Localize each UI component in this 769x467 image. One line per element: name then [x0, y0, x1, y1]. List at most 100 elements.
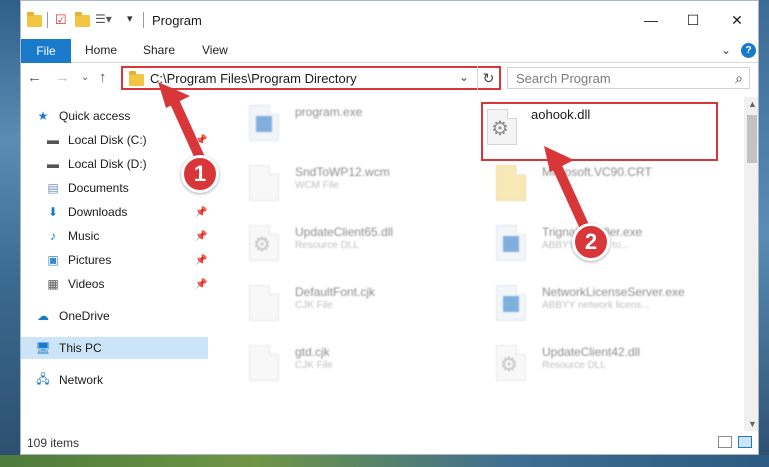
file-name: gtd.cjk	[295, 345, 330, 359]
status-bar: 109 items	[21, 431, 758, 454]
desktop-background-bottom	[0, 455, 769, 467]
scroll-up-icon[interactable]: ▲	[748, 99, 757, 109]
desktop-background-left	[0, 0, 20, 467]
customize-icon[interactable]: ☰▾	[95, 12, 112, 28]
sidebar-item-music[interactable]: ♪ Music 📌	[21, 225, 208, 247]
sidebar-item-label: Downloads	[68, 205, 128, 219]
executable-file-icon	[249, 105, 279, 141]
pin-icon[interactable]: 📌	[195, 135, 207, 146]
drive-icon: ▬	[47, 133, 59, 147]
file-type: WCM File	[295, 180, 339, 191]
window-title: Program	[152, 13, 202, 28]
sidebar-item-local-disk-d[interactable]: ▬ Local Disk (D:)	[21, 153, 208, 175]
list-item[interactable]: DefaultFont.cjk CJK File	[249, 279, 489, 329]
callout-badge-2: 2	[572, 223, 610, 261]
back-arrow-icon[interactable]: ←	[27, 69, 42, 86]
sidebar-item-documents[interactable]: ▤ Documents 📌	[21, 177, 208, 199]
sidebar-item-onedrive[interactable]: ☁ OneDrive	[21, 305, 208, 327]
help-icon[interactable]: ?	[741, 43, 756, 58]
search-input[interactable]: Search Program ⌕	[507, 67, 750, 89]
navigation-bar: ← → ⌄ ↑ C:\Program Files\Program Directo…	[21, 63, 758, 93]
documents-icon: ▤	[47, 181, 59, 195]
file-name: UpdateClient42.dll	[542, 345, 641, 359]
sidebar-item-label: Documents	[68, 181, 129, 195]
maximize-icon[interactable]: ☐	[673, 7, 713, 33]
scroll-down-icon[interactable]: ▼	[748, 419, 757, 429]
tab-home[interactable]: Home	[85, 43, 117, 57]
tab-file[interactable]: File	[21, 39, 71, 63]
network-icon: 🖧	[36, 371, 50, 386]
quick-access-dropdown-icon[interactable]: ▾	[127, 12, 133, 28]
list-item[interactable]: Microsoft.VC90.CRT	[496, 159, 736, 209]
divider	[47, 12, 48, 28]
list-item[interactable]: NetworkLicenseServer.exe ABBYY network l…	[496, 279, 736, 329]
navigation-pane: ★ Quick access ▬ Local Disk (C:) 📌 ▬ Loc…	[21, 97, 208, 431]
scroll-thumb[interactable]	[747, 115, 757, 163]
pin-icon[interactable]: 📌	[195, 279, 207, 290]
list-item[interactable]: UpdateClient42.dll Resource DLL	[496, 339, 736, 389]
star-icon: ★	[37, 109, 49, 123]
file-name: UpdateClient65.dll	[295, 225, 394, 239]
list-item[interactable]: UpdateClient65.dll Resource DLL	[249, 219, 489, 269]
desktop-background-right	[759, 0, 769, 467]
address-path: C:\Program Files\Program Directory	[150, 71, 357, 86]
recent-locations-icon[interactable]: ⌄	[81, 72, 89, 83]
list-item[interactable]: gtd.cjk CJK File	[249, 339, 489, 389]
sidebar-item-videos[interactable]: ▦ Videos 📌	[21, 273, 208, 295]
tab-view[interactable]: View	[202, 43, 228, 57]
sidebar-item-network[interactable]: 🖧 Network	[21, 369, 208, 391]
list-item[interactable]: SndToWP12.wcm WCM File	[249, 159, 489, 209]
up-arrow-icon[interactable]: ↑	[99, 69, 107, 86]
sidebar-item-quick-access[interactable]: ★ Quick access	[21, 105, 208, 127]
explorer-window: ☑ ☰▾ ▾ Program — ☐ ✕ File Home Share Vie…	[20, 0, 759, 455]
videos-icon: ▦	[47, 277, 59, 291]
pin-icon[interactable]: 📌	[195, 207, 207, 218]
pictures-icon: ▣	[47, 253, 59, 267]
pin-icon[interactable]: 📌	[195, 231, 207, 242]
file-name: SndToWP12.wcm	[295, 165, 390, 179]
drive-icon: ▬	[47, 157, 59, 171]
file-name: DefaultFont.cjk	[295, 285, 376, 299]
file-type: Resource DLL	[542, 360, 606, 371]
pin-icon[interactable]: 📌	[195, 255, 207, 266]
executable-file-icon	[496, 225, 526, 261]
sidebar-item-label: Local Disk (C:)	[68, 133, 147, 147]
list-item[interactable]: TrignalInstaller.exe ABBYY Vendor to...	[496, 219, 736, 269]
download-icon: ⬇	[47, 205, 59, 219]
file-name: program.exe	[295, 105, 363, 119]
sidebar-item-label: Pictures	[68, 253, 112, 267]
details-view-icon[interactable]	[718, 436, 732, 448]
sidebar-item-this-pc[interactable]: 🖥 This PC	[21, 337, 208, 359]
sidebar-item-label: This PC	[59, 341, 102, 355]
file-type: ABBYY network licens...	[542, 300, 650, 311]
sidebar-item-downloads[interactable]: ⬇ Downloads 📌	[21, 201, 208, 223]
tab-share[interactable]: Share	[143, 43, 175, 57]
large-icons-view-icon[interactable]	[738, 436, 752, 448]
item-count: 109 items	[27, 436, 80, 450]
search-icon[interactable]: ⌕	[735, 70, 743, 87]
cloud-icon: ☁	[37, 309, 49, 323]
list-item[interactable]: program.exe	[249, 99, 489, 149]
dll-file-icon	[249, 225, 279, 261]
address-bar[interactable]: C:\Program Files\Program Directory ⌄ ↻	[121, 66, 501, 90]
executable-file-icon	[496, 285, 526, 321]
sidebar-item-pictures[interactable]: ▣ Pictures 📌	[21, 249, 208, 271]
file-icon	[249, 285, 279, 321]
chevron-down-icon[interactable]: ⌄	[459, 70, 469, 84]
expand-ribbon-icon[interactable]: ⌄	[721, 43, 731, 57]
sidebar-item-label: Network	[59, 373, 104, 387]
close-icon[interactable]: ✕	[717, 7, 757, 33]
forward-arrow-icon[interactable]: →	[55, 69, 70, 86]
ribbon-tabs: File Home Share View ⌄ ?	[21, 39, 758, 63]
highlighted-file-name[interactable]: aohook.dll	[531, 107, 590, 122]
sidebar-item-label: Quick access	[59, 109, 131, 123]
properties-icon[interactable]: ☑	[55, 12, 67, 28]
callout-badge-1: 1	[181, 155, 219, 193]
divider	[143, 12, 144, 28]
vertical-scrollbar[interactable]: ▲ ▼	[744, 97, 758, 431]
dll-file-icon	[496, 345, 526, 381]
refresh-icon[interactable]: ↻	[477, 66, 499, 90]
minimize-icon[interactable]: —	[631, 7, 671, 33]
computer-icon: 🖥	[35, 341, 51, 355]
sidebar-item-local-disk-c[interactable]: ▬ Local Disk (C:) 📌	[21, 129, 208, 151]
